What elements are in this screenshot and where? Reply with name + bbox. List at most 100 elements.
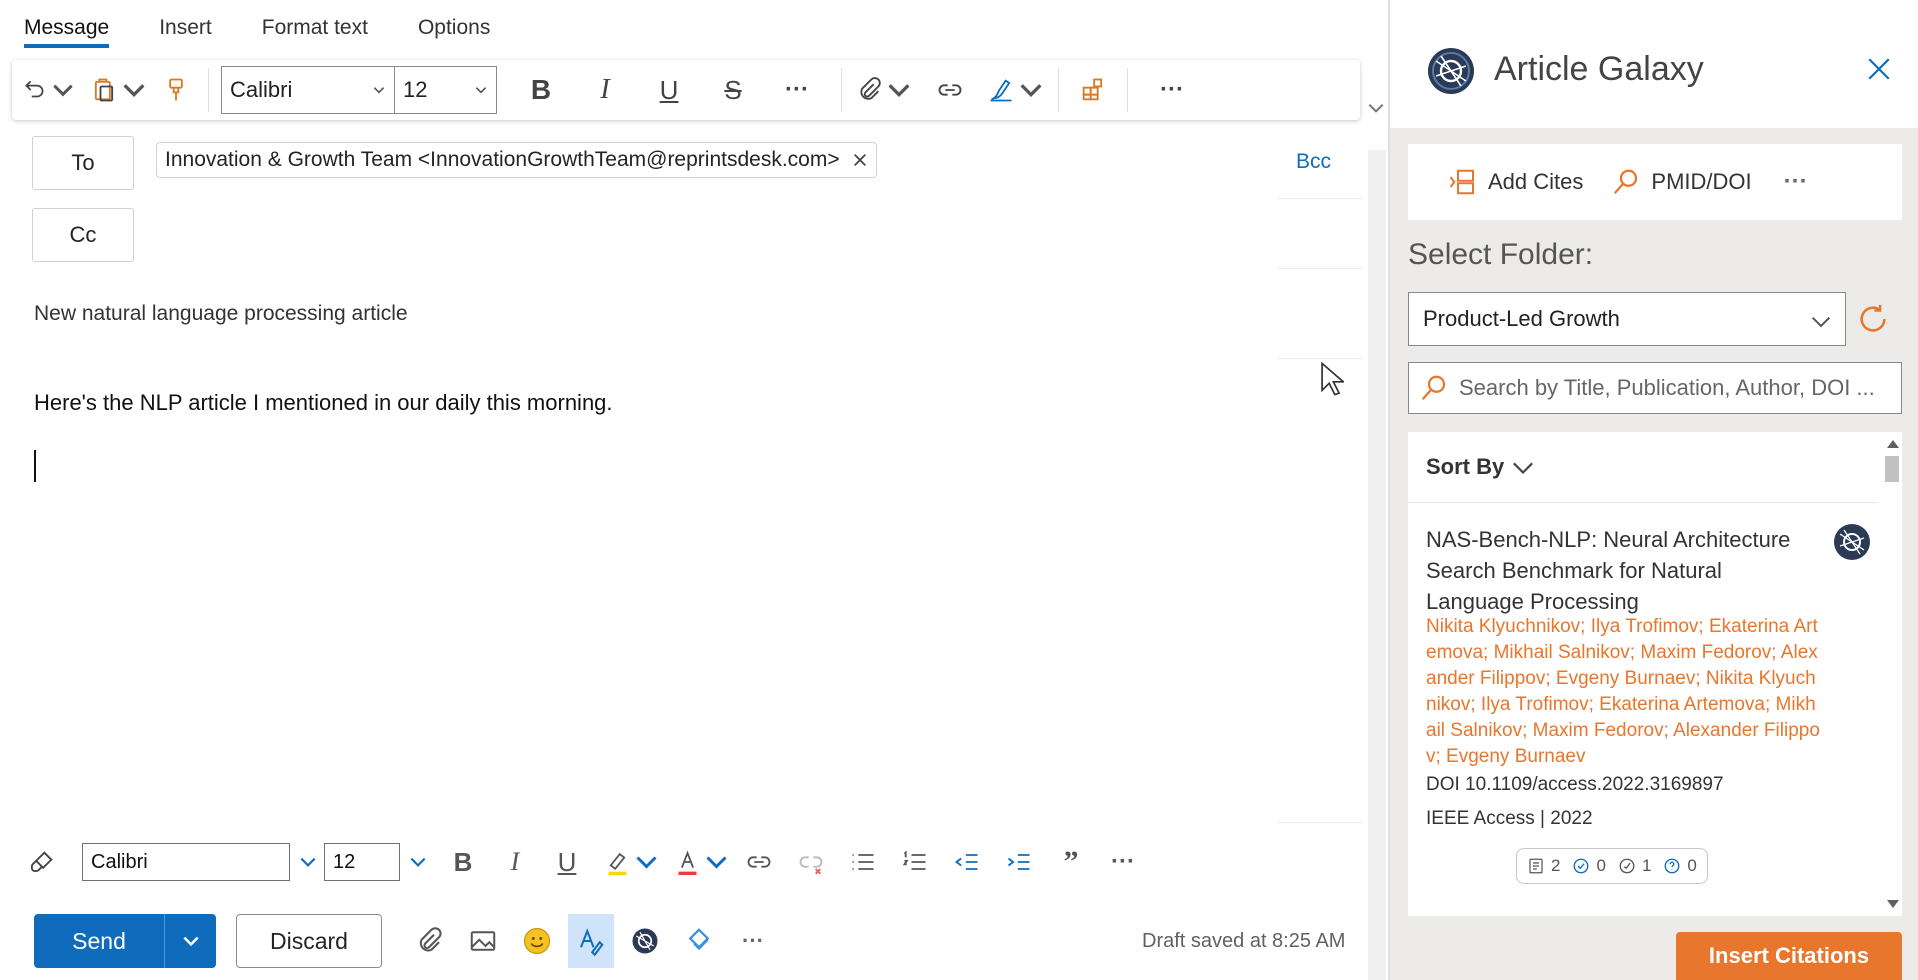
- format-painter-button[interactable]: [156, 69, 196, 111]
- ribbon-tabs: Message Insert Format text Options: [0, 0, 540, 48]
- format-painter-icon: [169, 78, 183, 101]
- editor-button[interactable]: [568, 914, 614, 968]
- more-icon: ···: [742, 928, 764, 953]
- more-format-button[interactable]: ···: [765, 69, 829, 111]
- font-color-button[interactable]: [674, 840, 730, 884]
- remove-recipient-icon[interactable]: [852, 152, 868, 168]
- remove-link-button[interactable]: [796, 840, 826, 884]
- folder-select[interactable]: Product-Led Growth: [1408, 292, 1846, 346]
- compose-scroll-gutter: [1368, 150, 1386, 980]
- font-size-value: 12: [403, 77, 428, 102]
- to-button[interactable]: To: [32, 136, 134, 190]
- bold-button[interactable]: B: [509, 69, 573, 111]
- unlink-icon: [799, 856, 823, 875]
- font-name-value: Calibri: [230, 77, 293, 102]
- font-size-value: 12: [333, 850, 356, 873]
- increase-indent-button[interactable]: [1004, 840, 1034, 884]
- tab-insert[interactable]: Insert: [159, 16, 212, 48]
- slash-circle-icon: [1619, 858, 1635, 874]
- article-search-input[interactable]: [1459, 375, 1879, 401]
- scroll-up-arrow-icon[interactable]: [1887, 440, 1899, 448]
- galaxy-logo-icon: [1834, 524, 1870, 560]
- notes-badge[interactable]: 2: [1527, 856, 1560, 876]
- chevron-down-icon[interactable]: [298, 852, 318, 872]
- check-badge[interactable]: 0: [1572, 856, 1606, 876]
- image-icon: [470, 931, 496, 951]
- bcc-button[interactable]: Bcc: [1296, 150, 1331, 174]
- font-name-select[interactable]: Calibri: [221, 66, 395, 114]
- underline-button[interactable]: U: [552, 840, 582, 884]
- decrease-indent-button[interactable]: [952, 840, 982, 884]
- tab-format-text[interactable]: Format text: [262, 16, 368, 48]
- add-cites-label: Add Cites: [1488, 169, 1584, 194]
- send-options-button[interactable]: [164, 914, 216, 968]
- pane-header: Article Galaxy: [1390, 0, 1918, 128]
- send-button[interactable]: Send: [34, 914, 164, 968]
- highlight-button[interactable]: [604, 840, 660, 884]
- font-size-input[interactable]: 12: [324, 843, 400, 881]
- numbering-button[interactable]: [900, 840, 930, 884]
- app-window: Message Insert Format text Options Calib…: [0, 0, 1918, 980]
- attach-button[interactable]: [406, 914, 452, 968]
- chevron-down-icon[interactable]: [408, 852, 428, 872]
- strikethrough-button[interactable]: S: [701, 69, 765, 111]
- italic-button[interactable]: I: [573, 69, 637, 111]
- italic-button[interactable]: I: [500, 840, 530, 884]
- add-cites-button[interactable]: Add Cites: [1448, 167, 1583, 197]
- font-name-input[interactable]: Calibri: [82, 843, 290, 881]
- recipient-chip[interactable]: Innovation & Growth Team <InnovationGrow…: [156, 142, 877, 178]
- insert-citations-button[interactable]: Insert Citations: [1676, 932, 1902, 980]
- undo-button[interactable]: [22, 69, 76, 111]
- ribbon-separator: [1058, 68, 1059, 112]
- article-galaxy-addin-button[interactable]: [622, 914, 668, 968]
- verified-badge[interactable]: 1: [1618, 856, 1651, 876]
- italic-icon: I: [510, 847, 520, 876]
- close-icon[interactable]: [1866, 56, 1892, 82]
- more-format-button[interactable]: ···: [1108, 840, 1138, 884]
- sort-by-button[interactable]: Sort By: [1426, 454, 1534, 480]
- highlighter-icon: [608, 852, 627, 875]
- more-pane-actions-button[interactable]: ···: [1784, 168, 1808, 196]
- paste-button[interactable]: [88, 69, 150, 111]
- format-painter-button[interactable]: [24, 840, 60, 884]
- font-size-select[interactable]: 12: [395, 66, 497, 114]
- bullets-button[interactable]: [848, 840, 878, 884]
- subject-field[interactable]: New natural language processing article: [34, 302, 408, 326]
- text-caret: [34, 450, 36, 482]
- cc-button[interactable]: Cc: [32, 208, 134, 262]
- tab-options[interactable]: Options: [418, 16, 490, 48]
- scroll-thumb[interactable]: [1885, 456, 1899, 482]
- insert-link-button[interactable]: [744, 840, 774, 884]
- article-search[interactable]: [1408, 362, 1902, 414]
- more-icon: ···: [1783, 168, 1808, 195]
- article-doi: DOI 10.1109/access.2022.3169897: [1426, 774, 1724, 795]
- quote-button[interactable]: ”: [1056, 840, 1086, 884]
- underline-button[interactable]: U: [637, 69, 701, 111]
- message-body[interactable]: Here's the NLP article I mentioned in ou…: [34, 390, 613, 416]
- emoji-button[interactable]: [514, 914, 560, 968]
- galaxy-logo-icon: [632, 928, 658, 954]
- chevron-down-icon: [475, 87, 487, 94]
- draft-status: Draft saved at 8:25 AM: [1142, 930, 1346, 952]
- tab-message[interactable]: Message: [24, 16, 110, 48]
- insert-link-button[interactable]: [922, 69, 978, 111]
- more-actions-button[interactable]: ···: [730, 914, 776, 968]
- signature-button[interactable]: [986, 69, 1046, 111]
- discard-button[interactable]: Discard: [236, 914, 382, 968]
- ribbon-separator: [841, 68, 842, 112]
- clipboard-icon: [94, 78, 114, 102]
- attach-file-button[interactable]: [854, 69, 914, 111]
- insert-picture-button[interactable]: [460, 914, 506, 968]
- loop-component-button[interactable]: [676, 914, 722, 968]
- apps-button[interactable]: [1071, 69, 1115, 111]
- questions-badge[interactable]: 0: [1663, 856, 1697, 876]
- bold-button[interactable]: B: [448, 840, 478, 884]
- scroll-down-arrow-icon[interactable]: [1887, 900, 1899, 908]
- refresh-icon[interactable]: [1856, 302, 1890, 336]
- article-title[interactable]: NAS-Bench-NLP: Neural Architecture Searc…: [1426, 524, 1806, 617]
- ribbon-expand-chevron-icon[interactable]: [1366, 98, 1386, 118]
- pmid-doi-button[interactable]: PMID/DOI: [1611, 167, 1752, 197]
- more-options-button[interactable]: ···: [1140, 69, 1204, 111]
- results-scrollbar[interactable]: [1882, 432, 1902, 916]
- search-icon: [1614, 169, 1638, 194]
